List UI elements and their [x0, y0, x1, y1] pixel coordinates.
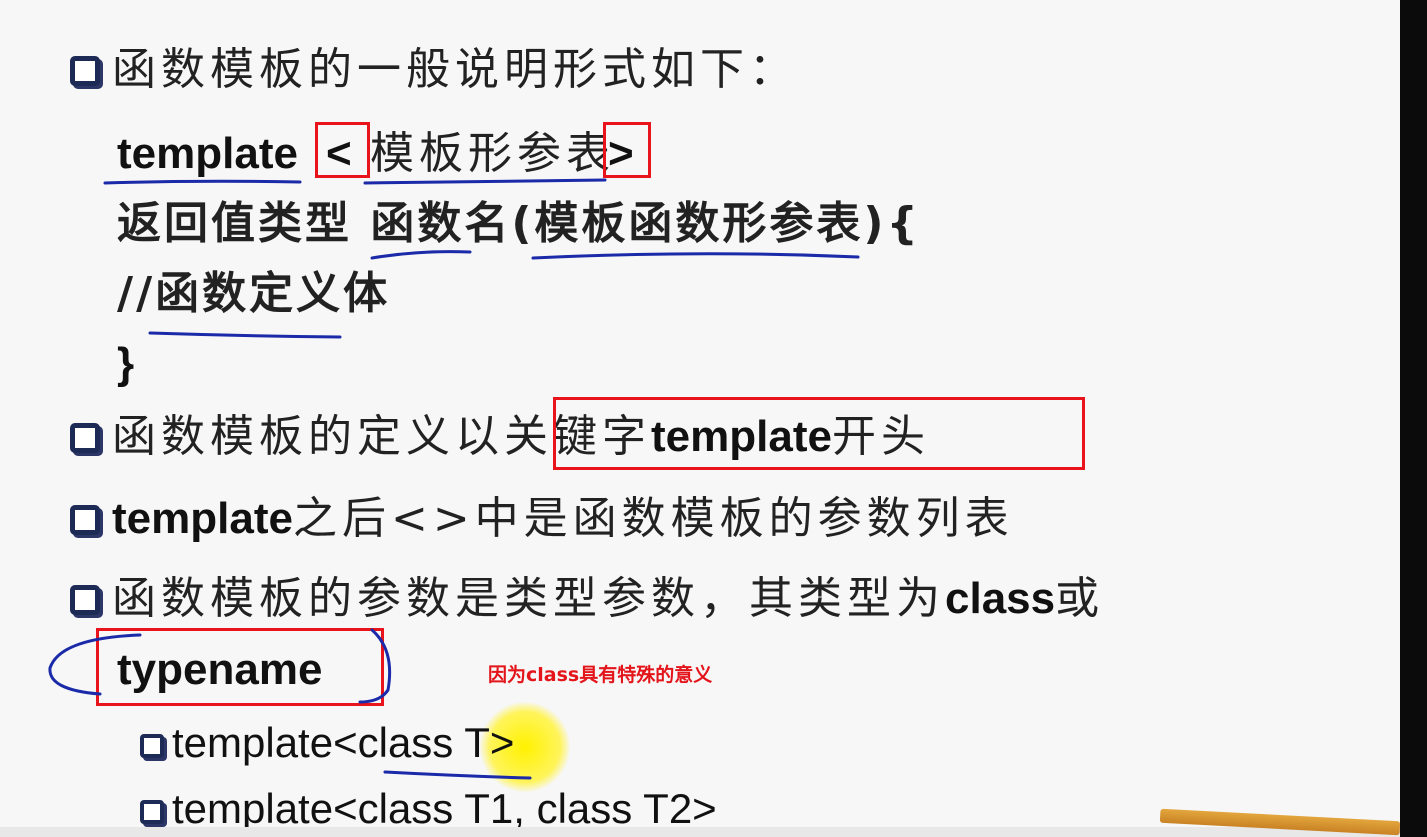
ink-underline [103, 179, 302, 185]
slide: 函数模板的一般说明形式如下： template < 模板形参表 > 返回值类型 … [0, 0, 1401, 837]
ink-underline [370, 250, 472, 260]
ink-annotations [48, 178, 860, 780]
ink-underline [363, 178, 607, 185]
ink-circle [48, 628, 392, 704]
right-edge-bar [1400, 0, 1427, 837]
bottom-strip [0, 827, 1400, 837]
ink-underline [531, 252, 860, 260]
ink-underline [383, 770, 532, 780]
ink-underline [148, 331, 342, 339]
